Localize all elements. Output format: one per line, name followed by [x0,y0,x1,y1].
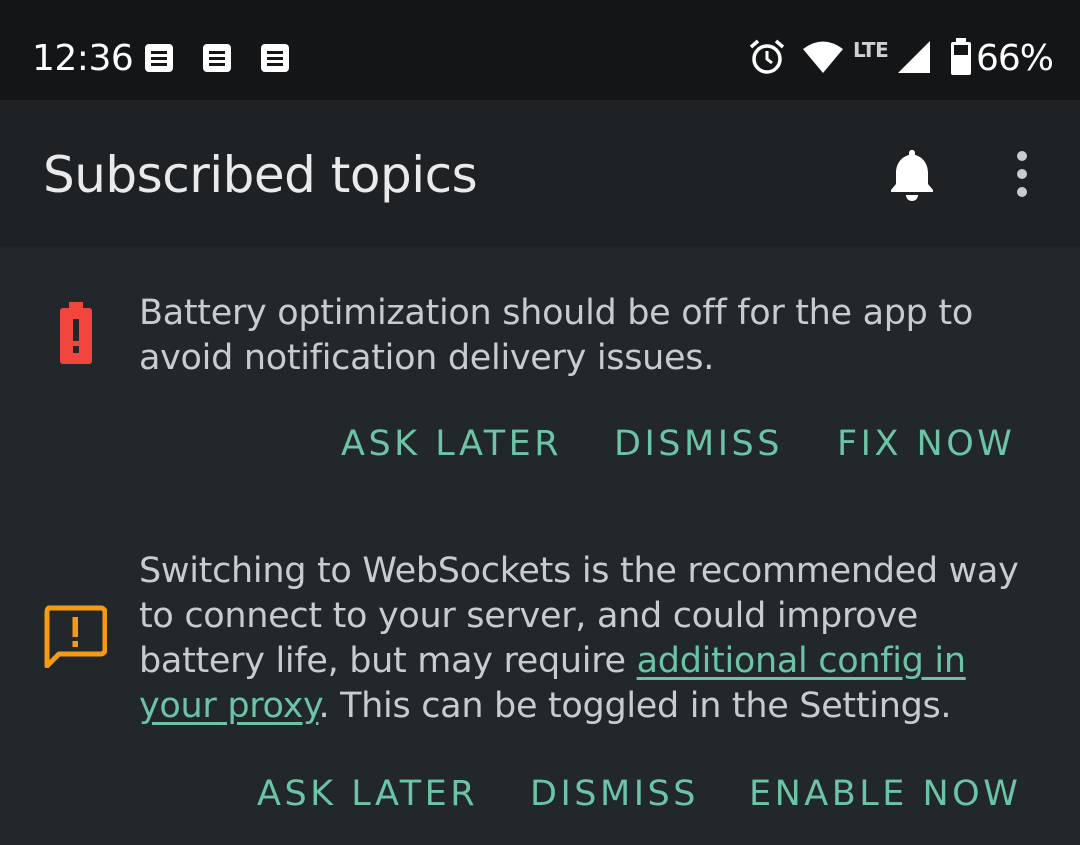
alarm-icon [749,39,785,74]
status-time: 12:36 [32,38,134,79]
battery-alert-icon [60,302,92,364]
banner-message: Switching to WebSockets is the recommend… [139,549,1049,729]
enable-now-button[interactable]: ENABLE NOW [749,771,1021,817]
more-vert-icon[interactable] [1006,148,1038,202]
note-icon [261,44,289,72]
bell-icon[interactable] [885,146,939,202]
feedback-warning-icon [44,605,107,668]
dismiss-button[interactable]: DISMISS [530,771,699,817]
status-bar: 12:36 LTE 66% [0,0,1080,100]
fix-now-button[interactable]: FIX NOW [837,421,1015,467]
ask-later-button[interactable]: ASK LATER [341,421,562,467]
banner-message-text: . This can be toggled in the Settings. [318,686,952,726]
note-icon [145,44,173,72]
network-type-label: LTE [853,38,889,62]
note-icon [203,44,231,72]
banner-message: Battery optimization should be off for t… [139,293,973,378]
battery-icon [951,38,971,75]
cell-signal-icon [898,41,930,73]
wifi-icon [803,41,843,73]
page-title: Subscribed topics [43,146,478,204]
dismiss-button[interactable]: DISMISS [614,421,783,467]
ask-later-button[interactable]: ASK LATER [257,771,478,817]
battery-percent: 66% [976,38,1054,79]
